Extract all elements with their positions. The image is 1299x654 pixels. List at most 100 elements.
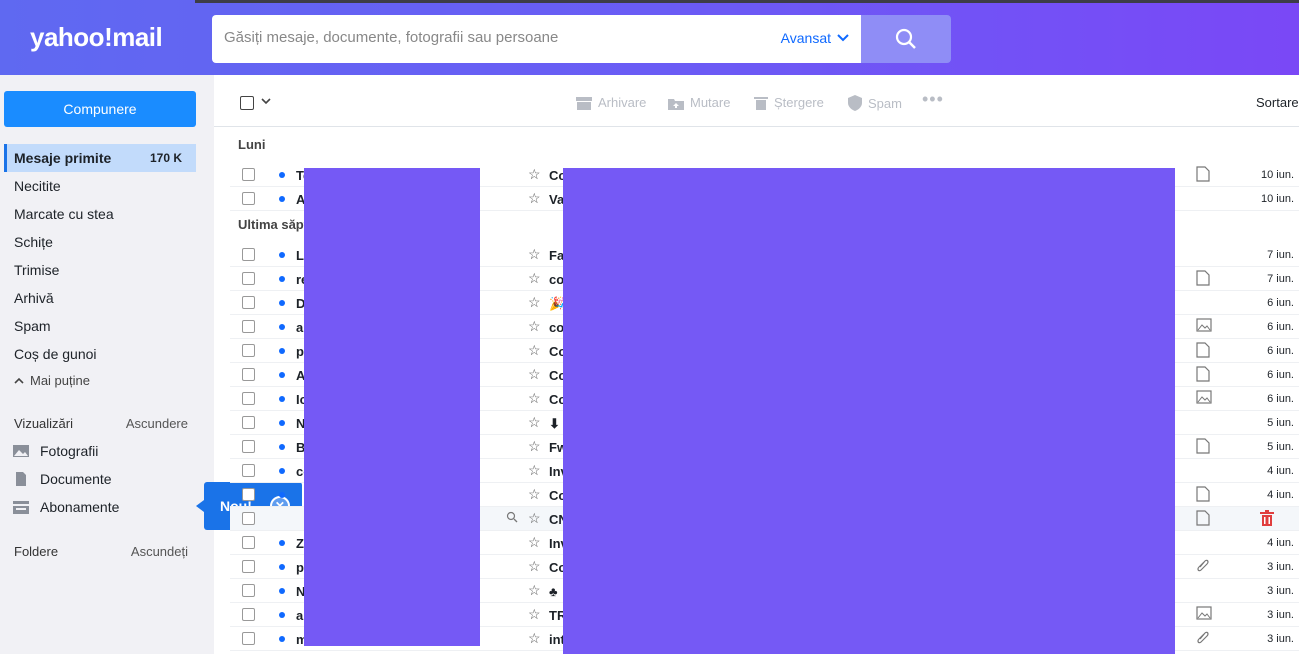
compose-button[interactable]: Compunere	[4, 91, 196, 127]
folders-hide-button[interactable]: Ascundeți	[131, 544, 188, 559]
unread-dot	[279, 172, 285, 178]
subscriptions-icon	[13, 501, 29, 514]
row-checkbox[interactable]	[242, 368, 255, 381]
message-date: 6 iun.	[1267, 345, 1294, 357]
delete-button[interactable]: Ștergere	[754, 95, 824, 110]
star-icon[interactable]: ☆	[528, 510, 541, 527]
star-icon[interactable]: ☆	[528, 414, 541, 431]
top-border	[195, 0, 1299, 3]
message-date: 4 iun.	[1267, 465, 1294, 477]
advanced-search-button[interactable]: Avansat	[781, 30, 849, 46]
folder-sent[interactable]: Trimise	[4, 256, 196, 284]
row-checkbox[interactable]	[242, 512, 255, 525]
star-icon[interactable]: ☆	[528, 190, 541, 207]
archive-icon	[576, 96, 592, 110]
row-checkbox[interactable]	[242, 392, 255, 405]
show-less-toggle[interactable]: Mai puține	[4, 366, 196, 394]
row-checkbox[interactable]	[242, 560, 255, 573]
sort-button[interactable]: Sortare	[1256, 95, 1299, 110]
message-date: 10 iun.	[1260, 193, 1294, 205]
star-icon[interactable]: ☆	[528, 366, 541, 383]
folder-unread[interactable]: Necitite	[4, 172, 196, 200]
message-date: 5 iun.	[1267, 441, 1294, 453]
row-checkbox[interactable]	[242, 296, 255, 309]
star-icon[interactable]: ☆	[528, 246, 541, 263]
star-icon[interactable]: ☆	[528, 606, 541, 623]
attachment-indicator	[1196, 366, 1210, 385]
star-icon[interactable]: ☆	[528, 294, 541, 311]
message-date: 7 iun.	[1267, 249, 1294, 261]
folder-drafts[interactable]: Schițe	[4, 228, 196, 256]
search-icon[interactable]	[506, 511, 518, 523]
select-all-checkbox[interactable]	[240, 96, 254, 110]
message-date: 6 iun.	[1267, 393, 1294, 405]
view-label: Documente	[40, 471, 112, 487]
row-checkbox[interactable]	[242, 272, 255, 285]
unread-dot	[279, 372, 285, 378]
star-icon[interactable]: ☆	[528, 270, 541, 287]
image-icon	[1196, 390, 1212, 404]
photo-icon	[13, 445, 29, 457]
folder-inbox[interactable]: Mesaje primite 170 K	[4, 144, 196, 172]
folder-archive[interactable]: Arhivă	[4, 284, 196, 312]
folder-label: Necitite	[14, 178, 61, 194]
star-icon[interactable]: ☆	[528, 558, 541, 575]
row-checkbox[interactable]	[242, 608, 255, 621]
row-checkbox[interactable]	[242, 440, 255, 453]
more-options-icon[interactable]: •••	[922, 89, 944, 110]
view-subscriptions[interactable]: Abonamente	[12, 499, 119, 515]
row-checkbox[interactable]	[242, 464, 255, 477]
star-icon[interactable]: ☆	[528, 534, 541, 551]
star-icon[interactable]: ☆	[528, 630, 541, 647]
folder-trash[interactable]: Coș de gunoi	[4, 340, 196, 368]
views-section-header: Vizualizări Ascundere	[14, 416, 188, 431]
star-icon[interactable]: ☆	[528, 390, 541, 407]
trash-icon	[754, 97, 768, 110]
row-checkbox[interactable]	[242, 536, 255, 549]
chevron-down-icon[interactable]	[260, 95, 272, 107]
paperclip-icon	[1197, 631, 1209, 644]
document-icon	[1196, 366, 1210, 382]
unread-dot	[279, 300, 285, 306]
delete-row-button[interactable]	[1260, 510, 1274, 529]
row-checkbox[interactable]	[242, 416, 255, 429]
message-date: 4 iun.	[1267, 489, 1294, 501]
unread-dot	[279, 540, 285, 546]
row-checkbox[interactable]	[242, 320, 255, 333]
folder-starred[interactable]: Marcate cu stea	[4, 200, 196, 228]
search-button[interactable]	[861, 15, 951, 63]
star-icon[interactable]: ☆	[528, 318, 541, 335]
attachment-indicator	[1196, 606, 1212, 623]
star-icon[interactable]: ☆	[528, 166, 541, 183]
view-photos[interactable]: Fotografii	[12, 443, 98, 459]
spam-button[interactable]: Spam	[848, 95, 902, 111]
row-checkbox[interactable]	[242, 168, 255, 181]
row-checkbox[interactable]	[242, 488, 255, 501]
search-input[interactable]	[224, 29, 764, 46]
view-documents[interactable]: Documente	[12, 471, 112, 487]
archive-label: Arhivare	[598, 95, 647, 110]
row-checkbox[interactable]	[242, 584, 255, 597]
document-icon	[1196, 438, 1210, 454]
message-date: 10 iun.	[1260, 169, 1294, 181]
message-date: 3 iun.	[1267, 585, 1294, 597]
search-icon	[895, 28, 916, 49]
star-icon[interactable]: ☆	[528, 438, 541, 455]
star-icon[interactable]: ☆	[528, 342, 541, 359]
star-icon[interactable]: ☆	[528, 486, 541, 503]
row-checkbox[interactable]	[242, 248, 255, 261]
star-icon[interactable]: ☆	[528, 582, 541, 599]
row-checkbox[interactable]	[242, 192, 255, 205]
unread-dot	[279, 492, 285, 498]
views-hide-button[interactable]: Ascundere	[126, 416, 188, 431]
row-checkbox[interactable]	[242, 632, 255, 645]
folder-spam[interactable]: Spam	[4, 312, 196, 340]
move-button[interactable]: Mutare	[668, 95, 730, 110]
yahoo-mail-logo[interactable]: yahoo!mail	[30, 22, 163, 53]
attachment-indicator	[1196, 390, 1212, 407]
message-date: 3 iun.	[1267, 609, 1294, 621]
star-icon[interactable]: ☆	[528, 462, 541, 479]
attachment-indicator	[1196, 486, 1210, 505]
archive-button[interactable]: Arhivare	[576, 95, 646, 110]
row-checkbox[interactable]	[242, 344, 255, 357]
